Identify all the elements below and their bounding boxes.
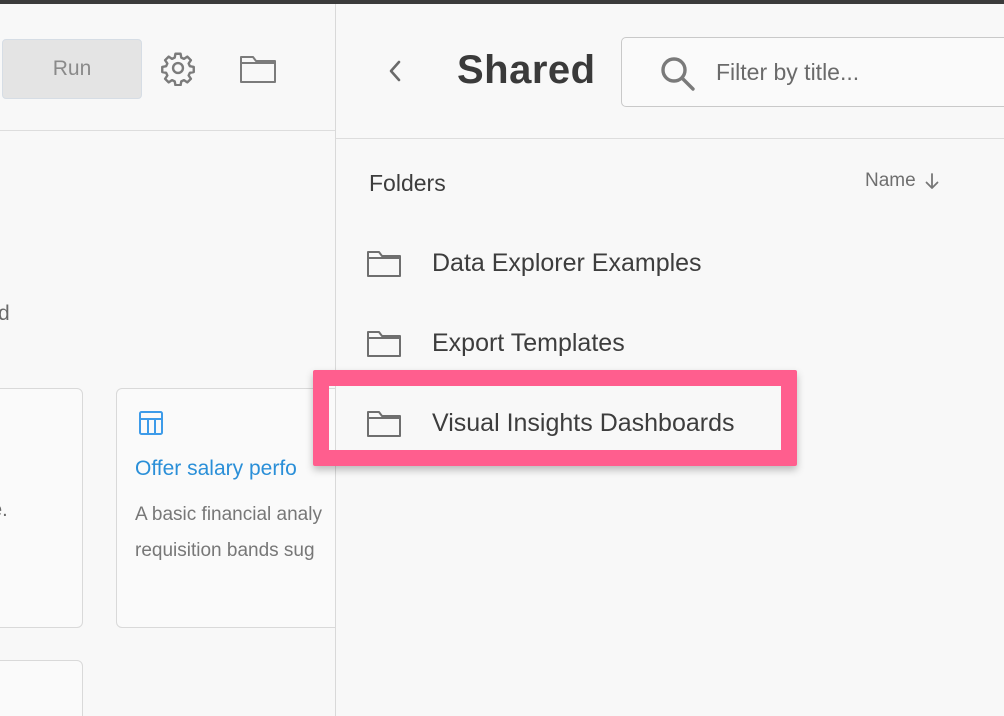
folder-icon <box>367 331 401 357</box>
folder-item-data-explorer-examples[interactable]: Data Explorer Examples <box>366 238 926 288</box>
search-field[interactable] <box>621 37 1004 107</box>
folder-icon <box>367 411 401 437</box>
run-button[interactable]: Run <box>2 39 142 99</box>
gear-icon[interactable] <box>160 50 196 86</box>
report-card[interactable] <box>0 660 83 716</box>
sort-by-name-button[interactable]: Name <box>865 170 940 192</box>
page-title: Shared <box>457 48 596 92</box>
card-title-link[interactable]: Offer salary perfo <box>135 457 297 481</box>
search-input[interactable] <box>716 52 1004 92</box>
folder-icon <box>367 251 401 277</box>
folder-icon[interactable] <box>239 52 277 84</box>
folder-label: Visual Insights Dashboards <box>432 408 735 437</box>
header-divider <box>336 138 1004 139</box>
toolbar-divider <box>0 130 335 131</box>
search-icon <box>661 57 695 91</box>
card-description-line: requisition bands sug <box>135 540 315 561</box>
left-pane: Run d e. Offer salary perfo A basic fina… <box>0 4 335 716</box>
section-label-folders: Folders <box>369 170 446 196</box>
folder-item-visual-insights-dashboards[interactable]: Visual Insights Dashboards <box>366 398 926 448</box>
folder-label: Data Explorer Examples <box>432 248 702 277</box>
table-icon <box>139 411 163 435</box>
folder-browser-pane: Shared Folders Name Data Explorer Exampl… <box>336 4 1004 716</box>
card-description: e. <box>0 499 8 521</box>
truncated-text: d <box>0 302 10 325</box>
report-card-offer-salary[interactable]: Offer salary perfo A basic financial ana… <box>116 388 335 628</box>
folder-item-export-templates[interactable]: Export Templates <box>366 318 926 368</box>
card-description: A basic financial analy requisition band… <box>135 497 322 569</box>
sort-label: Name <box>865 170 916 191</box>
report-card[interactable]: e. <box>0 388 83 628</box>
arrow-down-icon <box>925 173 939 189</box>
chevron-left-icon[interactable] <box>384 56 406 86</box>
card-description-line: A basic financial analy <box>135 504 322 525</box>
folder-label: Export Templates <box>432 328 625 357</box>
